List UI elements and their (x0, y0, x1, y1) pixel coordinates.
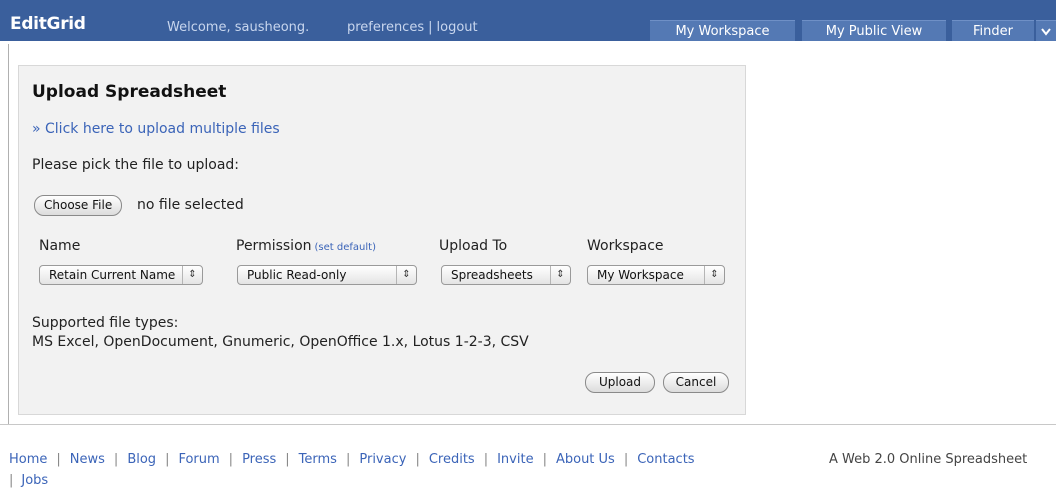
welcome-text: Welcome, sausheong. (167, 20, 310, 35)
upload-button[interactable]: Upload (585, 372, 655, 393)
set-default-link[interactable]: (set default) (315, 242, 376, 253)
panel-title: Upload Spreadsheet (32, 82, 227, 102)
tab-my-workspace[interactable]: My Workspace (650, 20, 795, 41)
workspace-label: Workspace (587, 238, 664, 254)
supported-types-list: MS Excel, OpenDocument, Gnumeric, OpenOf… (32, 334, 529, 350)
footer-separator: | (623, 452, 629, 467)
tab-my-public-view[interactable]: My Public View (802, 20, 946, 41)
select-arrows-icon: ⇕ (396, 266, 416, 284)
chevron-down-icon[interactable] (1036, 20, 1056, 41)
tab-finder[interactable]: Finder (952, 20, 1034, 41)
preferences-link[interactable]: preferences (347, 20, 424, 35)
footer-separator: | (113, 452, 119, 467)
footer-separator: | (345, 452, 351, 467)
footer-link-contacts[interactable]: Contacts (637, 452, 694, 467)
footer-link-forum[interactable]: Forum (178, 452, 219, 467)
footer-link-press[interactable]: Press (242, 452, 276, 467)
upload-to-select-value: Spreadsheets (451, 268, 533, 282)
permission-label: Permission (236, 238, 312, 254)
footer-divider (0, 424, 1056, 425)
footer-separator: | (228, 452, 234, 467)
footer-link-terms[interactable]: Terms (299, 452, 337, 467)
permission-label-group: Permission (set default) (236, 238, 376, 254)
footer-link-privacy[interactable]: Privacy (359, 452, 406, 467)
file-status: no file selected (137, 197, 244, 213)
tagline: A Web 2.0 Online Spreadsheet (829, 452, 1028, 467)
footer-separator: | (542, 452, 547, 467)
permission-select[interactable]: Public Read-only ⇕ (237, 265, 417, 285)
footer-link-invite[interactable]: Invite (497, 452, 533, 467)
cancel-button[interactable]: Cancel (663, 372, 729, 393)
workspace-select-value: My Workspace (597, 268, 684, 282)
editgrid-logo[interactable]: EditGrid (10, 14, 86, 34)
footer-link-news[interactable]: News (70, 452, 105, 467)
footer-link-about-us[interactable]: About Us (556, 452, 615, 467)
footer-links: Home | News | Blog | Forum | Press | Terms | Privacy… (9, 452, 695, 467)
select-arrows-icon: ⇕ (550, 266, 570, 284)
footer-link-home[interactable]: Home (9, 452, 47, 467)
footer-separator: | (483, 452, 489, 467)
choose-file-button[interactable]: Choose File (34, 195, 123, 216)
workspace-select[interactable]: My Workspace ⇕ (587, 265, 725, 285)
footer-link-credits[interactable]: Credits (429, 452, 475, 467)
link-separator: | (428, 20, 433, 35)
footer-link-jobs[interactable]: Jobs (21, 473, 48, 488)
footer-separator: | (9, 473, 14, 488)
upload-to-label: Upload To (439, 238, 508, 254)
name-select-value: Retain Current Name (49, 268, 176, 282)
footer-separator: | (165, 452, 170, 467)
pick-file-label: Please pick the file to upload: (32, 157, 240, 173)
top-bar: EditGrid Welcome, sausheong. preferences… (0, 0, 1056, 44)
upload-panel: Upload Spreadsheet » Click here to uploa… (18, 65, 746, 415)
footer-separator: | (285, 452, 290, 467)
logout-link[interactable]: logout (437, 20, 478, 35)
footer-separator: | (56, 452, 61, 467)
upload-to-select[interactable]: Spreadsheets ⇕ (441, 265, 571, 285)
permission-select-value: Public Read-only (247, 268, 347, 282)
footer-line2: | Jobs (9, 473, 48, 488)
name-label: Name (39, 238, 81, 254)
supported-types-label: Supported file types: (32, 315, 179, 331)
footer-link-blog[interactable]: Blog (127, 452, 156, 467)
footer-separator: | (415, 452, 420, 467)
name-select[interactable]: Retain Current Name ⇕ (39, 265, 203, 285)
select-arrows-icon: ⇕ (182, 266, 202, 284)
select-arrows-icon: ⇕ (704, 266, 724, 284)
user-links: preferences | logout (347, 20, 478, 35)
upload-multiple-files-link[interactable]: » Click here to upload multiple files (32, 121, 280, 137)
